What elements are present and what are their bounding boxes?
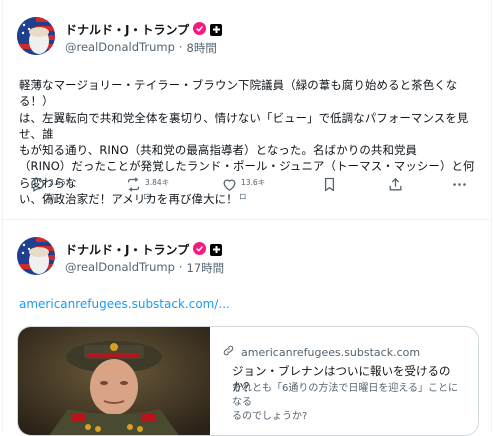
repost-count: 3.84キ [145, 178, 170, 187]
like-count: 13.6キ [241, 178, 266, 187]
author-name[interactable]: ドナルド・J・トランプ [65, 241, 189, 258]
avatar[interactable] [17, 17, 55, 55]
meta-separator: · [178, 260, 183, 274]
government-badge-icon [210, 23, 223, 36]
repost-button[interactable]: 3.84キ ロ [125, 176, 169, 202]
author-handle[interactable]: @realDonaldTrump [65, 260, 175, 276]
post-meta: @realDonaldTrump · 8時間 [65, 40, 217, 56]
author-name[interactable]: ドナルド・J・トランプ [65, 21, 189, 38]
more-icon [453, 183, 466, 186]
card-description-line: それとも「6通りの方法で日曜日を迎える」ことになる [232, 383, 459, 408]
post-meta: @realDonaldTrump · 17時間 [65, 260, 224, 276]
post[interactable]: ドナルド・J・トランプ @realDonaldTrump · 8時間 軽薄なマー… [3, 0, 491, 220]
reply-button[interactable]: 2.55キ ロ [29, 176, 73, 202]
like-count-sub: ロ [239, 192, 247, 201]
verified-badge-icon [193, 240, 207, 259]
timeline: ドナルド・J・トランプ @realDonaldTrump · 8時間 軽薄なマー… [2, 0, 492, 436]
post-text-line: もが知る通り、RINO（共和党の最高指導者）となった。名ばかりの共和党員 [19, 143, 418, 158]
share-button[interactable] [387, 176, 404, 193]
post-time[interactable]: 8時間 [187, 40, 217, 56]
post-time[interactable]: 17時間 [187, 260, 225, 276]
link-icon [222, 344, 235, 360]
bookmark-button[interactable] [321, 176, 338, 193]
author-row: ドナルド・J・トランプ [65, 20, 223, 39]
link-preview-card[interactable]: americanrefugees.substack.com ジョン・ブレナンはつ… [17, 326, 479, 436]
card-description-line: るのでしょうか? [232, 411, 308, 422]
reply-count: 2.55キ [49, 178, 74, 187]
meta-separator: · [178, 40, 183, 54]
government-badge-icon [210, 243, 223, 256]
author-handle[interactable]: @realDonaldTrump [65, 40, 175, 56]
verified-badge-icon [193, 20, 207, 39]
card-domain: americanrefugees.substack.com [241, 345, 421, 359]
like-icon [223, 179, 236, 191]
card-domain-row: americanrefugees.substack.com [222, 344, 420, 360]
repost-icon [127, 177, 140, 192]
card-image [18, 327, 210, 435]
reply-count-sub: ロ [47, 192, 55, 201]
post-link[interactable]: americanrefugees.substack.com/... [19, 297, 230, 311]
reply-icon [31, 178, 44, 193]
avatar[interactable] [17, 237, 55, 275]
author-row: ドナルド・J・トランプ [65, 240, 223, 259]
bookmark-icon [324, 177, 335, 192]
share-icon [389, 177, 402, 191]
card-description: それとも「6通りの方法で日曜日を迎える」ことになる るのでしょうか? [232, 382, 468, 424]
post-text-line: は、左翼転向で共和党全体を裏切り、情けない「ビュー」で低調なパフォーマンスを見せ… [19, 110, 469, 141]
more-button[interactable] [451, 176, 468, 193]
post-text-line: 軽薄なマージョリー・テイラー・ブラウン下院議員（緑の葦も腐り始めると茶色くなる！… [19, 78, 458, 109]
post-actions: 2.55キ ロ 3.84キ ロ 13.6キ ロ [21, 176, 479, 206]
like-button[interactable]: 13.6キ ロ [221, 176, 265, 202]
repost-count-sub: ロ [143, 192, 151, 201]
